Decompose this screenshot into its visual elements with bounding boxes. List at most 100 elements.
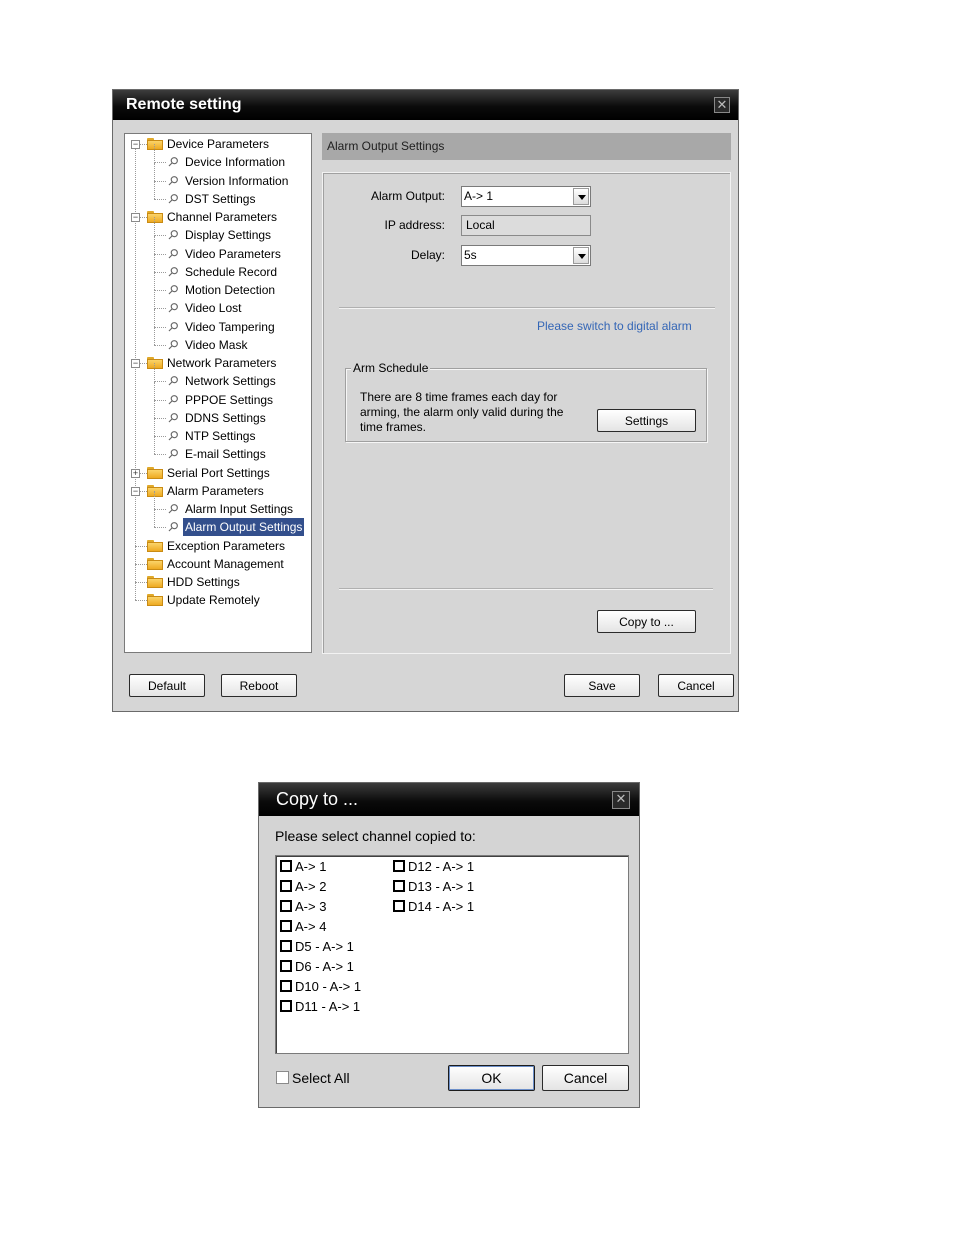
channel-item[interactable]: A-> 4 xyxy=(280,917,326,937)
wrench-icon: ⚲ xyxy=(164,426,183,445)
channel-checkbox[interactable] xyxy=(280,980,292,992)
channel-item[interactable]: D5 - A-> 1 xyxy=(280,937,354,957)
folder-icon xyxy=(147,539,163,552)
channel-item[interactable]: D14 - A-> 1 xyxy=(393,897,474,917)
settings-tree[interactable]: − Device Parameters ⚲ Device Information ⚲ Ve… xyxy=(124,133,312,653)
tree-line xyxy=(154,418,155,437)
wrench-icon: ⚲ xyxy=(164,408,183,427)
cancel-button[interactable]: Cancel xyxy=(658,674,734,697)
channel-item[interactable]: D12 - A-> 1 xyxy=(393,857,474,877)
expand-icon[interactable]: + xyxy=(131,468,140,478)
wrench-icon: ⚲ xyxy=(164,335,183,354)
divider xyxy=(339,588,713,590)
alarm-output-panel: Alarm Output: A-> 1 IP address: Local De… xyxy=(322,172,731,654)
tree-item-label: E-mail Settings xyxy=(185,447,266,462)
tree-item-label: Schedule Record xyxy=(185,264,278,279)
channel-list[interactable]: A-> 1 A-> 2 A-> 3 A-> 4 D5 - A-> 1 D6 - A-> 1… xyxy=(275,855,629,1054)
channel-checkbox[interactable] xyxy=(280,860,292,872)
digital-alarm-link[interactable]: Please switch to digital alarm xyxy=(537,319,692,333)
tree-line xyxy=(154,253,155,272)
tree-line xyxy=(154,308,155,327)
close-icon[interactable]: ✕ xyxy=(612,791,630,809)
select-all-checkbox[interactable] xyxy=(276,1071,289,1084)
collapse-icon[interactable]: − xyxy=(131,140,140,149)
channel-checkbox[interactable] xyxy=(280,940,292,952)
ok-button[interactable]: OK xyxy=(448,1065,535,1091)
tree-item-label: DDNS Settings xyxy=(185,410,266,425)
chevron-down-icon[interactable] xyxy=(573,188,589,205)
tree-item-label: Alarm Output Settings xyxy=(183,518,305,537)
folder-icon xyxy=(147,557,163,570)
close-icon[interactable]: ✕ xyxy=(714,97,730,113)
channel-checkbox[interactable] xyxy=(393,900,405,912)
tree-line xyxy=(154,363,155,382)
folder-icon xyxy=(147,357,163,369)
arm-schedule-text-line: arming, the alarm only valid during the xyxy=(360,405,564,419)
default-button[interactable]: Default xyxy=(129,674,205,697)
collapse-icon[interactable]: − xyxy=(131,486,140,496)
channel-checkbox[interactable] xyxy=(280,880,292,892)
tree-line xyxy=(154,290,155,309)
tree-item-label: Alarm Input Settings xyxy=(185,502,294,516)
tree-line xyxy=(154,180,155,199)
alarm-output-value: A-> 1 xyxy=(464,189,494,203)
copy-to-titlebar[interactable]: Copy to ... xyxy=(259,783,639,816)
channel-label: A-> 4 xyxy=(295,919,327,934)
tree-item-label: Motion Detection xyxy=(185,283,276,297)
settings-button[interactable]: Settings xyxy=(597,409,696,432)
wrench-icon: ⚲ xyxy=(164,299,183,317)
cancel-button[interactable]: Cancel xyxy=(542,1065,629,1091)
ip-address-label: IP address: xyxy=(384,218,445,232)
channel-item[interactable]: D6 - A-> 1 xyxy=(280,957,354,977)
reboot-button[interactable]: Reboot xyxy=(221,674,297,697)
channel-item[interactable]: A-> 3 xyxy=(280,897,326,917)
tree-item-label: Network Parameters xyxy=(167,356,277,370)
arm-schedule-group: There are 8 time frames each day for arm… xyxy=(345,368,707,442)
wrench-icon: ⚲ xyxy=(164,171,183,189)
channel-item[interactable]: D13 - A-> 1 xyxy=(393,877,474,897)
channel-item[interactable]: D10 - A-> 1 xyxy=(280,977,361,997)
channel-checkbox[interactable] xyxy=(280,1000,292,1012)
tree-item-label: Alarm Parameters xyxy=(167,483,264,498)
copy-to-button[interactable]: Copy to ... xyxy=(597,610,696,633)
channel-label: D13 - A-> 1 xyxy=(408,879,475,894)
channel-checkbox[interactable] xyxy=(280,960,292,972)
collapse-icon[interactable]: − xyxy=(131,359,140,368)
channel-checkbox[interactable] xyxy=(280,920,292,932)
channel-checkbox[interactable] xyxy=(393,860,405,872)
tree-line xyxy=(154,326,155,345)
channel-item[interactable]: A-> 2 xyxy=(280,877,326,897)
delay-select[interactable]: 5s xyxy=(461,245,591,266)
save-button[interactable]: Save xyxy=(564,674,640,697)
tree-item-label: DST Settings xyxy=(185,191,256,206)
copy-to-prompt: Please select channel copied to: xyxy=(275,828,476,844)
tree-item-label: NTP Settings xyxy=(185,429,256,443)
channel-label: A-> 1 xyxy=(295,859,327,874)
chevron-down-icon[interactable] xyxy=(573,247,589,264)
remote-setting-titlebar[interactable]: Remote setting xyxy=(113,90,738,120)
tree-item-label: Video Mask xyxy=(185,337,248,352)
channel-label: A-> 2 xyxy=(295,879,327,894)
wrench-icon: ⚲ xyxy=(164,317,183,335)
tree-line xyxy=(135,582,147,583)
folder-icon xyxy=(147,466,163,479)
collapse-icon[interactable]: − xyxy=(131,213,140,222)
tree-item-label: Video Tampering xyxy=(185,319,275,334)
alarm-output-select[interactable]: A-> 1 xyxy=(461,186,591,207)
arm-schedule-text: There are 8 time frames each day for arm… xyxy=(360,390,563,435)
channel-checkbox[interactable] xyxy=(393,880,405,892)
channel-item[interactable]: D11 - A-> 1 xyxy=(280,997,360,1017)
tree-item-label: Device Parameters xyxy=(167,137,270,151)
select-all-label: Select All xyxy=(292,1070,350,1086)
copy-to-dialog: Copy to ... ✕ Please select channel copi… xyxy=(258,782,640,1108)
channel-label: A-> 3 xyxy=(295,899,327,914)
channel-item[interactable]: A-> 1 xyxy=(280,857,326,877)
tree-item-label: Device Information xyxy=(185,155,286,170)
channel-checkbox[interactable] xyxy=(280,900,292,912)
select-all-option[interactable]: Select All xyxy=(276,1070,350,1086)
folder-icon xyxy=(147,138,163,150)
tree-line xyxy=(154,162,155,181)
wrench-icon: ⚲ xyxy=(164,518,183,536)
tree-item-label: Version Information xyxy=(185,173,289,188)
wrench-icon: ⚲ xyxy=(164,372,183,390)
